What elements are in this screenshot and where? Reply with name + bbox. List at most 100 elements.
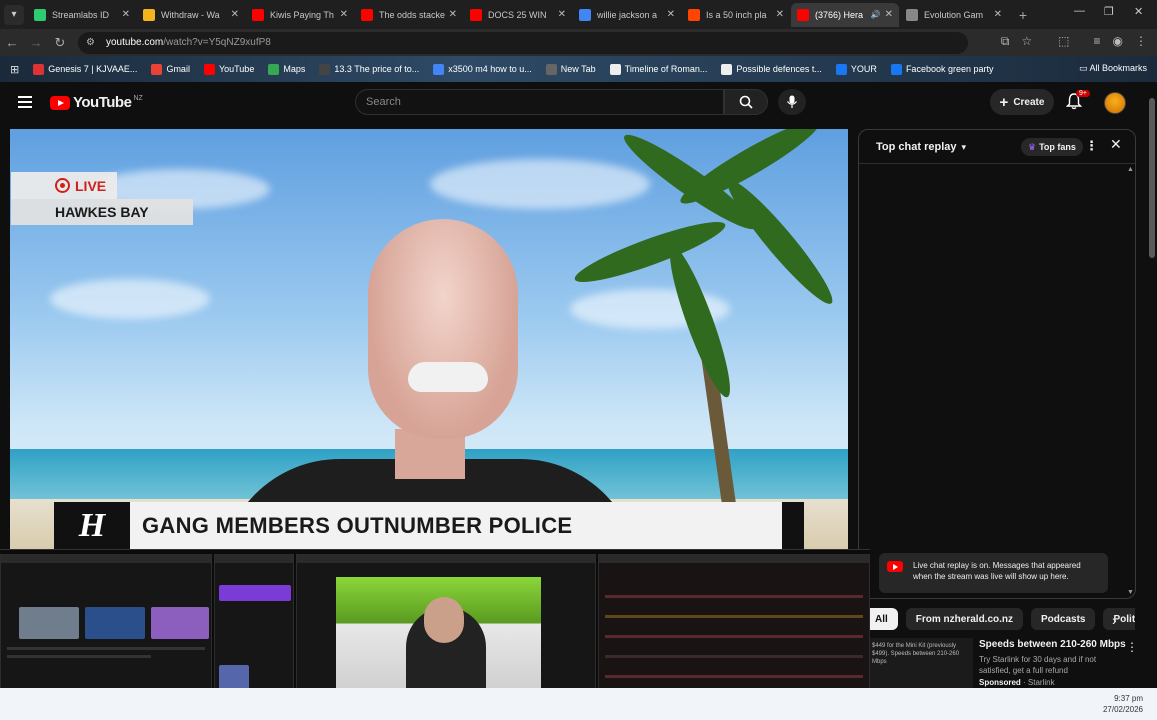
tab-favicon-icon xyxy=(688,8,700,21)
ad-thumbnail[interactable]: $449 for the Mini Kit (previously $499).… xyxy=(868,638,973,688)
back-icon[interactable]: ← xyxy=(0,35,24,50)
tab-audio-icon[interactable]: 🔊 xyxy=(871,10,881,19)
mini-toolbar xyxy=(1,555,211,563)
all-bookmarks-button[interactable]: ▭ All Bookmarks xyxy=(1079,63,1147,74)
browser-tab[interactable]: Streamlabs ID ✕ xyxy=(28,3,136,27)
bookmark-item[interactable]: 13.3 The price of to... xyxy=(319,63,419,75)
bookmark-label: Timeline of Roman... xyxy=(624,64,708,74)
bookmark-item[interactable]: Facebook green party xyxy=(890,63,994,75)
url-domain: youtube.com xyxy=(106,37,164,48)
search-input[interactable]: Search xyxy=(355,89,724,115)
scroll-down-icon[interactable]: ▼ xyxy=(1127,589,1134,596)
close-tab-icon[interactable]: ✕ xyxy=(558,9,566,20)
lower-third-end-block xyxy=(782,502,804,550)
tab-favicon-icon xyxy=(143,8,155,21)
mini-toolbar xyxy=(297,555,595,563)
browser-tab[interactable]: Withdraw - Wa ✕ xyxy=(137,3,245,27)
browser-tab[interactable]: Evolution Gam ✕ xyxy=(900,3,1008,27)
notifications-button[interactable]: 9+ xyxy=(1065,90,1090,115)
youtube-logo[interactable]: YouTube NZ xyxy=(50,94,143,111)
chat-replay-notice-text: Live chat replay is on. Messages that ap… xyxy=(913,561,1081,581)
bookmark-item[interactable]: YouTube xyxy=(203,63,254,75)
profile-icon[interactable]: ◉ xyxy=(1113,34,1123,49)
tab-favicon-icon xyxy=(906,8,918,21)
browser-menu-icon[interactable]: ⋮ xyxy=(1135,34,1147,49)
guide-menu-icon[interactable] xyxy=(18,96,32,108)
voice-search-button[interactable] xyxy=(778,89,806,115)
top-fans-button[interactable]: ♛ Top fans xyxy=(1021,138,1083,156)
bookmark-star-icon[interactable]: ☆ xyxy=(1021,34,1032,49)
page-scrollbar-thumb[interactable] xyxy=(1149,98,1155,258)
close-tab-icon[interactable]: ✕ xyxy=(885,9,893,20)
close-tab-icon[interactable]: ✕ xyxy=(994,9,1002,20)
all-bookmarks-label: All Bookmarks xyxy=(1089,63,1147,73)
browser-tab[interactable]: DOCS 25 WIN ✕ xyxy=(464,3,572,27)
filter-chip[interactable]: Podcasts xyxy=(1031,608,1096,630)
bookmark-item[interactable]: Possible defences t... xyxy=(721,63,822,75)
scroll-up-icon[interactable]: ▲ xyxy=(1127,166,1134,173)
more-options-icon[interactable]: ⋮ xyxy=(1085,138,1098,154)
reload-icon[interactable]: ↻ xyxy=(48,35,72,51)
chat-mode-dropdown[interactable]: Top chat replay ▾ xyxy=(876,141,966,153)
browser-tab[interactable]: The odds stacke ✕ xyxy=(355,3,463,27)
youtube-header: YouTube NZ Search + Create 9+ xyxy=(0,82,1157,126)
bookmark-item[interactable]: Gmail xyxy=(151,63,190,75)
new-tab-button[interactable]: + xyxy=(1013,5,1033,25)
tab-title: Kiwis Paying Th xyxy=(270,9,334,20)
system-clock[interactable]: 9:37 pm 27/02/2026 xyxy=(1103,693,1143,715)
bookmark-item[interactable]: New Tab xyxy=(545,63,596,75)
ad-title[interactable]: Speeds between 210-260 Mbps xyxy=(979,639,1126,650)
filter-chip[interactable]: Politi xyxy=(1103,608,1135,630)
bookmark-item[interactable]: YOUR xyxy=(835,63,877,75)
minimize-icon[interactable]: — xyxy=(1074,5,1085,17)
browser-tab[interactable]: Is a 50 inch pla ✕ xyxy=(682,3,790,27)
bookmark-item[interactable]: Maps xyxy=(268,63,305,75)
forward-icon[interactable]: → xyxy=(24,35,48,50)
ad-sponsor-line: Sponsored · Starlink xyxy=(979,678,1055,687)
bookmark-favicon-icon xyxy=(151,63,163,75)
search-button[interactable] xyxy=(724,89,768,115)
bookmark-item[interactable]: Genesis 7 | KJVAAE... xyxy=(33,63,137,75)
mini-text-line xyxy=(605,615,863,618)
bookmark-item[interactable]: Timeline of Roman... xyxy=(609,63,708,75)
bookmark-item[interactable]: x3500 m4 how to u... xyxy=(433,63,532,75)
chat-scrollbar[interactable]: ▲ ▼ xyxy=(1127,166,1135,596)
browser-tab[interactable]: (3766) Hera 🔊 ✕ xyxy=(791,2,899,27)
close-tab-icon[interactable]: ✕ xyxy=(776,9,784,20)
browser-tab[interactable]: Kiwis Paying Th ✕ xyxy=(246,3,354,27)
mini-text-line xyxy=(7,647,205,650)
page-scrollbar[interactable] xyxy=(1148,92,1156,682)
site-info-icon[interactable]: ⚙ xyxy=(86,37,98,49)
close-tab-icon[interactable]: ✕ xyxy=(449,9,457,20)
install-app-icon[interactable]: ⧉ xyxy=(1001,34,1010,49)
create-button[interactable]: + Create xyxy=(990,89,1054,115)
more-options-icon[interactable]: ⋮ xyxy=(1126,640,1138,654)
bookmark-favicon-icon xyxy=(609,63,621,75)
bookmark-favicon-icon xyxy=(721,63,733,75)
close-window-icon[interactable]: ✕ xyxy=(1134,5,1143,18)
close-tab-icon[interactable]: ✕ xyxy=(667,9,675,20)
close-chat-icon[interactable]: ✕ xyxy=(1110,136,1122,153)
tab-title: Streamlabs ID xyxy=(52,9,110,20)
close-tab-icon[interactable]: ✕ xyxy=(122,9,130,20)
cloud xyxy=(430,159,650,209)
bookmark-favicon-icon xyxy=(268,63,280,75)
restore-icon[interactable]: ❐ xyxy=(1104,5,1114,18)
url-field[interactable]: ⚙ youtube.com/watch?v=Y5qNZ9xufP8 xyxy=(78,31,968,54)
close-tab-icon[interactable]: ✕ xyxy=(231,9,239,20)
youtube-play-icon xyxy=(50,95,70,110)
chevron-right-icon[interactable]: › xyxy=(1112,612,1117,628)
tab-search-icon[interactable]: ▾ xyxy=(4,4,24,25)
browser-tab[interactable]: willie jackson a ✕ xyxy=(573,3,681,27)
sponsored-ad-card[interactable]: $449 for the Mini Kit (previously $499).… xyxy=(868,638,1138,688)
filter-chip[interactable]: From nzherald.co.nz xyxy=(905,608,1024,630)
extensions-icon[interactable]: ⬚ xyxy=(1058,34,1069,49)
media-icon[interactable]: ≡ xyxy=(1094,34,1101,49)
tab-favicon-icon xyxy=(579,8,591,21)
presenter-mustache xyxy=(408,362,488,392)
video-player[interactable]: LIVE HAWKES BAY H GANG MEMBERS OUTNUMBER… xyxy=(10,129,848,550)
close-tab-icon[interactable]: ✕ xyxy=(340,9,348,20)
apps-grid-icon[interactable]: ⊞ xyxy=(10,63,19,76)
mini-text-line xyxy=(605,655,863,658)
account-avatar[interactable] xyxy=(1104,92,1126,114)
